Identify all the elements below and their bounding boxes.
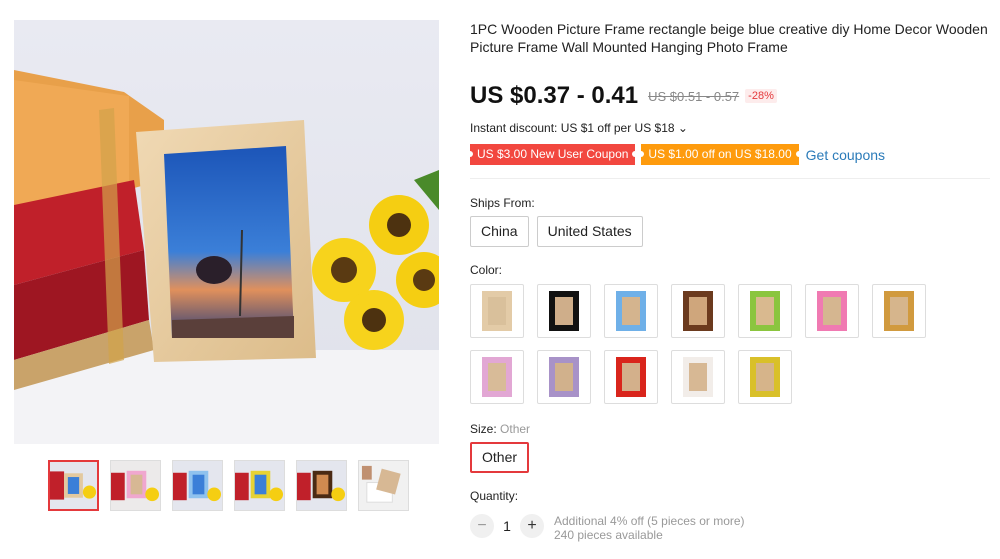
frame-thumbnail-icon	[482, 357, 512, 397]
discount-badge: -28%	[745, 89, 777, 103]
thumbnail-6[interactable]	[358, 460, 409, 511]
color-swatch-9[interactable]	[537, 350, 591, 404]
frame-thumbnail-icon	[549, 291, 579, 331]
color-swatch-11[interactable]	[671, 350, 725, 404]
frame-thumbnail-icon	[683, 357, 713, 397]
main-product-image[interactable]	[14, 20, 439, 444]
stock-available-note: 240 pieces available	[554, 528, 663, 542]
size-label-text: Size:	[470, 422, 497, 436]
color-swatch-7[interactable]	[872, 284, 926, 338]
ship-option-china[interactable]: China	[470, 216, 529, 247]
frame-thumbnail-icon	[616, 357, 646, 397]
quantity-decrease-button[interactable]: −	[470, 514, 494, 538]
quantity-notes: Additional 4% off (5 pieces or more) 240…	[554, 514, 745, 542]
color-swatches	[470, 284, 940, 404]
store-coupon[interactable]: US $1.00 off on US $18.00	[638, 144, 802, 165]
ships-from-label: Ships From:	[470, 196, 535, 210]
frame-thumbnail-icon	[884, 291, 914, 331]
size-selected-value: Other	[500, 422, 531, 436]
frame-thumbnail-icon	[750, 357, 780, 397]
quantity-increase-button[interactable]: +	[520, 514, 544, 538]
bulk-discount-note: Additional 4% off (5 pieces or more)	[554, 514, 745, 528]
divider	[470, 178, 990, 179]
color-swatch-2[interactable]	[537, 284, 591, 338]
size-label: Size: Other	[470, 422, 530, 436]
current-price: US $0.37 - 0.41	[470, 82, 639, 109]
color-swatch-3[interactable]	[604, 284, 658, 338]
frame-thumbnail-icon	[549, 357, 579, 397]
get-coupons-link[interactable]: Get coupons	[806, 147, 885, 163]
color-swatch-5[interactable]	[738, 284, 792, 338]
thumbnail-3[interactable]	[172, 460, 223, 511]
product-title: 1PC Wooden Picture Frame rectangle beige…	[470, 21, 988, 55]
color-swatch-6[interactable]	[805, 284, 859, 338]
coupon-row: US $3.00 New User Coupon US $1.00 off on…	[466, 144, 885, 165]
frame-thumbnail-icon	[750, 291, 780, 331]
color-swatch-8[interactable]	[470, 350, 524, 404]
original-price: US $0.51 - 0.57	[648, 88, 740, 104]
size-option-other[interactable]: Other	[470, 442, 530, 473]
instant-discount[interactable]: Instant discount: US $1 off per US $18 ⌄	[470, 121, 688, 135]
new-user-coupon[interactable]: US $3.00 New User Coupon	[466, 144, 639, 165]
color-swatch-10[interactable]	[604, 350, 658, 404]
ship-option-united-states[interactable]: United States	[536, 216, 643, 247]
product-photo	[14, 20, 439, 444]
frame-thumbnail-icon	[616, 291, 646, 331]
quantity-value[interactable]: 1	[494, 514, 520, 538]
quantity-label: Quantity:	[470, 489, 519, 503]
wooden-frame-illustration	[136, 120, 316, 362]
frame-thumbnail-icon	[817, 291, 847, 331]
color-swatch-1[interactable]	[470, 284, 524, 338]
thumbnail-1[interactable]	[48, 460, 99, 511]
thumbnail-4[interactable]	[234, 460, 285, 511]
color-label: Color:	[470, 263, 503, 277]
color-swatch-4[interactable]	[671, 284, 725, 338]
frame-thumbnail-icon	[683, 291, 713, 331]
quantity-stepper: − 1 + Additional 4% off (5 pieces or mor…	[470, 514, 745, 542]
ships-from-options: China United States	[470, 216, 643, 247]
thumbnail-strip	[48, 460, 409, 511]
thumbnail-2[interactable]	[110, 460, 161, 511]
color-swatch-12[interactable]	[738, 350, 792, 404]
frame-thumbnail-icon	[482, 291, 512, 331]
price-row: US $0.37 - 0.41 US $0.51 - 0.57 -28%	[470, 82, 777, 110]
thumbnail-5[interactable]	[296, 460, 347, 511]
